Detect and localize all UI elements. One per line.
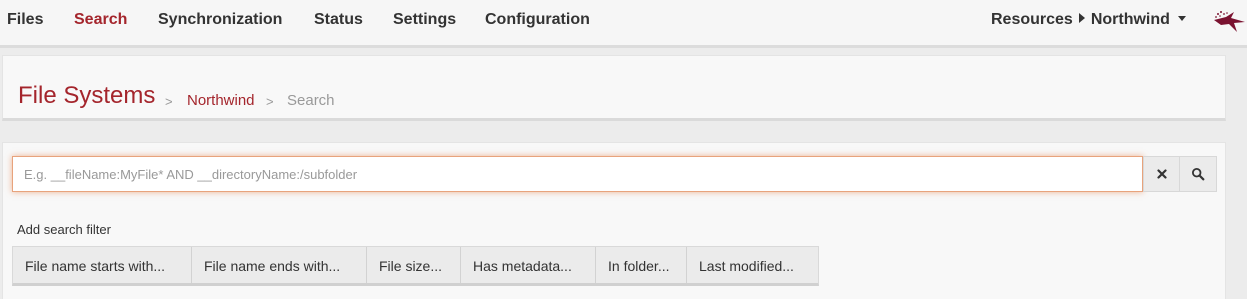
search-filter-buttons: File name starts with... File name ends … <box>12 246 819 286</box>
nav-synchronization[interactable]: Synchronization <box>158 0 282 44</box>
raven-logo-icon[interactable] <box>1212 8 1246 36</box>
close-icon <box>1156 169 1167 179</box>
search-button[interactable] <box>1179 156 1217 192</box>
breadcrumb-current: Search <box>287 92 335 109</box>
top-navbar: Files Search Synchronization Status Sett… <box>0 0 1247 48</box>
filter-file-name-ends-with-button[interactable]: File name ends with... <box>192 247 367 283</box>
nav-files[interactable]: Files <box>7 0 43 44</box>
filter-last-modified-button[interactable]: Last modified... <box>687 247 818 283</box>
search-panel: Add search filter File name starts with.… <box>2 142 1226 299</box>
nav-configuration[interactable]: Configuration <box>485 0 590 44</box>
nav-settings[interactable]: Settings <box>393 0 456 44</box>
search-icon <box>1191 167 1205 181</box>
page-title[interactable]: File Systems <box>18 82 155 110</box>
filter-has-metadata-button[interactable]: Has metadata... <box>461 247 596 283</box>
filter-file-size-button[interactable]: File size... <box>367 247 461 283</box>
resource-name: Northwind <box>1090 11 1170 28</box>
search-input[interactable] <box>12 156 1143 192</box>
resources-label: Resources <box>991 11 1073 28</box>
breadcrumb-separator: > <box>266 94 274 109</box>
filter-in-folder-button[interactable]: In folder... <box>596 247 687 283</box>
add-search-filter-label: Add search filter <box>17 222 111 237</box>
clear-button[interactable] <box>1143 156 1180 192</box>
arrow-right-icon <box>1078 13 1085 23</box>
breadcrumb-link-northwind[interactable]: Northwind <box>187 92 255 109</box>
nav-status[interactable]: Status <box>314 0 363 44</box>
filter-file-name-starts-with-button[interactable]: File name starts with... <box>13 247 192 283</box>
breadcrumb-separator: > <box>165 94 173 109</box>
caret-down-icon <box>1177 16 1186 21</box>
breadcrumb: File Systems > Northwind > Search <box>2 55 1226 121</box>
resource-selector[interactable]: Resources Northwind <box>991 0 1186 44</box>
nav-search[interactable]: Search <box>74 0 127 44</box>
